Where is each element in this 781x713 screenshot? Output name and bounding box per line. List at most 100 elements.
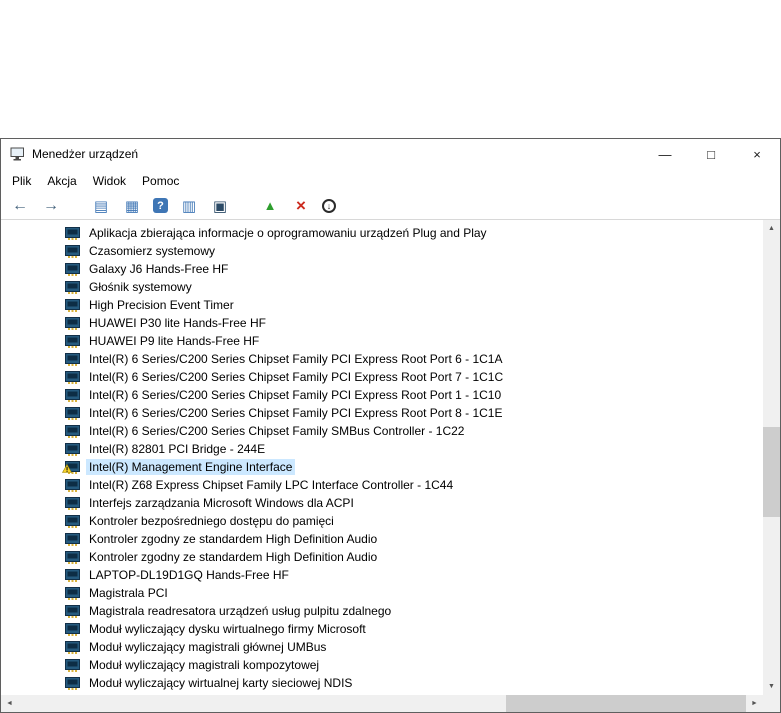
menu-item[interactable]: Widok — [85, 169, 134, 192]
device-icon — [65, 496, 80, 510]
scroll-left-icon[interactable]: ◄ — [1, 695, 18, 712]
device-label[interactable]: HUAWEI P9 lite Hands-Free HF — [86, 333, 262, 349]
vertical-scrollbar[interactable]: ▲ ▼ — [763, 220, 780, 695]
device-tree-item[interactable]: HUAWEI P9 lite Hands-Free HF — [1, 332, 763, 350]
device-tree-item[interactable]: Intel(R) 6 Series/C200 Series Chipset Fa… — [1, 404, 763, 422]
device-icon — [65, 406, 80, 420]
menubar: Plik Akcja Widok Pomoc — [1, 169, 780, 192]
device-tree-item[interactable]: Głośnik systemowy — [1, 278, 763, 296]
device-label[interactable]: Intel(R) Management Engine Interface — [86, 459, 296, 475]
device-tree-item[interactable]: Moduł wyliczający dysku wirtualnego firm… — [1, 620, 763, 638]
device-icon — [65, 622, 80, 636]
device-tree-item[interactable]: Kontroler bezpośredniego dostępu do pami… — [1, 512, 763, 530]
device-tree-item[interactable]: Intel(R) 82801 PCI Bridge - 244E — [1, 440, 763, 458]
device-tree-item[interactable]: Aplikacja zbierająca informacje o oprogr… — [1, 224, 763, 242]
device-tree-item[interactable]: Interfejs zarządzania Microsoft Windows … — [1, 494, 763, 512]
minimize-button[interactable]: — — [642, 139, 688, 169]
disable-device-icon[interactable]: ↓ — [322, 198, 336, 213]
device-label[interactable]: High Precision Event Timer — [86, 297, 237, 313]
device-tree-item[interactable]: Moduł wyliczający magistrali kompozytowe… — [1, 656, 763, 674]
device-icon — [65, 226, 80, 240]
update-driver-icon[interactable]: ▲ — [260, 196, 280, 216]
device-icon — [65, 550, 80, 564]
uninstall-icon[interactable]: × — [291, 196, 311, 216]
device-label[interactable]: Intel(R) 6 Series/C200 Series Chipset Fa… — [86, 369, 506, 385]
vertical-scroll-thumb[interactable] — [763, 427, 780, 517]
device-tree-item[interactable]: Moduł wyliczający magistrali głównej UMB… — [1, 638, 763, 656]
scroll-right-icon[interactable]: ► — [746, 695, 763, 712]
device-label[interactable]: Moduł wyliczający magistrali głównej UMB… — [86, 639, 329, 655]
content-area: Aplikacja zbierająca informacje o oprogr… — [1, 220, 780, 695]
window-title: Menedżer urządzeń — [32, 147, 139, 161]
device-label[interactable]: Magistrala PCI — [86, 585, 171, 601]
device-label[interactable]: Intel(R) 82801 PCI Bridge - 244E — [86, 441, 268, 457]
horizontal-scrollbar[interactable]: ◄ ► — [1, 695, 763, 712]
device-label[interactable]: Intel(R) 6 Series/C200 Series Chipset Fa… — [86, 423, 467, 439]
device-icon — [65, 424, 80, 438]
device-label[interactable]: Moduł wyliczający dysku wirtualnego firm… — [86, 621, 369, 637]
device-label[interactable]: LAPTOP-DL19D1GQ Hands-Free HF — [86, 567, 292, 583]
device-tree-item[interactable]: High Precision Event Timer — [1, 296, 763, 314]
device-label[interactable]: Moduł wyliczający wirtualnej karty sieci… — [86, 675, 355, 691]
device-tree-item[interactable]: Kontroler zgodny ze standardem High Defi… — [1, 530, 763, 548]
device-tree-item[interactable]: Intel(R) 6 Series/C200 Series Chipset Fa… — [1, 422, 763, 440]
device-label[interactable]: HUAWEI P30 lite Hands-Free HF — [86, 315, 269, 331]
device-icon — [65, 604, 80, 618]
menu-item[interactable]: Plik — [4, 169, 39, 192]
device-tree-item[interactable]: Intel(R) Z68 Express Chipset Family LPC … — [1, 476, 763, 494]
device-label[interactable]: Intel(R) 6 Series/C200 Series Chipset Fa… — [86, 351, 505, 367]
warning-icon — [61, 462, 73, 476]
scroll-down-icon[interactable]: ▼ — [763, 678, 780, 695]
back-icon[interactable]: ← — [10, 196, 30, 216]
device-label[interactable]: Aplikacja zbierająca informacje o oprogr… — [86, 225, 490, 241]
device-label[interactable]: Intel(R) 6 Series/C200 Series Chipset Fa… — [86, 405, 505, 421]
device-icon — [65, 586, 80, 600]
device-tree: Aplikacja zbierająca informacje o oprogr… — [1, 220, 763, 695]
device-label[interactable]: Galaxy J6 Hands-Free HF — [86, 261, 231, 277]
device-tree-item[interactable]: Intel(R) 6 Series/C200 Series Chipset Fa… — [1, 386, 763, 404]
menu-item[interactable]: Akcja — [39, 169, 84, 192]
help-icon[interactable]: ? — [153, 198, 168, 213]
devices-monitor-icon[interactable]: ▣ — [210, 196, 230, 216]
device-label[interactable]: Głośnik systemowy — [86, 279, 195, 295]
device-label[interactable]: Kontroler zgodny ze standardem High Defi… — [86, 531, 380, 547]
device-tree-item[interactable]: HUAWEI P30 lite Hands-Free HF — [1, 314, 763, 332]
device-tree-item[interactable]: Moduł wyliczający wirtualnej karty sieci… — [1, 674, 763, 692]
device-label[interactable]: Magistrala readresatora urządzeń usług p… — [86, 603, 394, 619]
device-tree-item[interactable]: Intel(R) 6 Series/C200 Series Chipset Fa… — [1, 350, 763, 368]
device-tree-item[interactable]: Intel(R) 6 Series/C200 Series Chipset Fa… — [1, 368, 763, 386]
forward-icon[interactable]: → — [41, 196, 61, 216]
device-label[interactable]: Kontroler bezpośredniego dostępu do pami… — [86, 513, 337, 529]
scan-hardware-icon[interactable]: ▥ — [179, 196, 199, 216]
console-tree-icon[interactable]: ▤ — [91, 196, 111, 216]
device-label[interactable]: Intel(R) Z68 Express Chipset Family LPC … — [86, 477, 456, 493]
device-icon — [65, 532, 80, 546]
device-icon — [65, 388, 80, 402]
device-icon — [65, 640, 80, 654]
device-icon — [65, 478, 80, 492]
properties-icon[interactable]: ▦ — [122, 196, 142, 216]
device-tree-item[interactable]: Magistrala readresatora urządzeń usług p… — [1, 602, 763, 620]
menu-item[interactable]: Pomoc — [134, 169, 187, 192]
maximize-button[interactable]: □ — [688, 139, 734, 169]
device-label[interactable]: Czasomierz systemowy — [86, 243, 218, 259]
app-icon — [10, 147, 25, 162]
scrollbar-corner — [763, 695, 780, 712]
horizontal-scroll-thumb[interactable] — [506, 695, 746, 712]
device-tree-item[interactable]: Intel(R) Management Engine Interface — [1, 458, 763, 476]
device-label[interactable]: Kontroler zgodny ze standardem High Defi… — [86, 549, 380, 565]
device-label[interactable]: Moduł wyliczający magistrali kompozytowe… — [86, 657, 322, 673]
device-tree-item[interactable]: Czasomierz systemowy — [1, 242, 763, 260]
device-icon — [65, 676, 80, 690]
scroll-up-icon[interactable]: ▲ — [763, 220, 780, 237]
device-tree-item[interactable]: Magistrala PCI — [1, 584, 763, 602]
device-tree-item[interactable]: Galaxy J6 Hands-Free HF — [1, 260, 763, 278]
toolbar: ← → ▤ ▦ ? ▥ ▣ ▲ × ↓ — [1, 192, 780, 220]
device-icon — [65, 262, 80, 276]
device-label[interactable]: Intel(R) 6 Series/C200 Series Chipset Fa… — [86, 387, 504, 403]
device-icon — [65, 280, 80, 294]
device-tree-item[interactable]: LAPTOP-DL19D1GQ Hands-Free HF — [1, 566, 763, 584]
device-label[interactable]: Interfejs zarządzania Microsoft Windows … — [86, 495, 357, 511]
close-button[interactable]: × — [734, 139, 780, 169]
device-tree-item[interactable]: Kontroler zgodny ze standardem High Defi… — [1, 548, 763, 566]
